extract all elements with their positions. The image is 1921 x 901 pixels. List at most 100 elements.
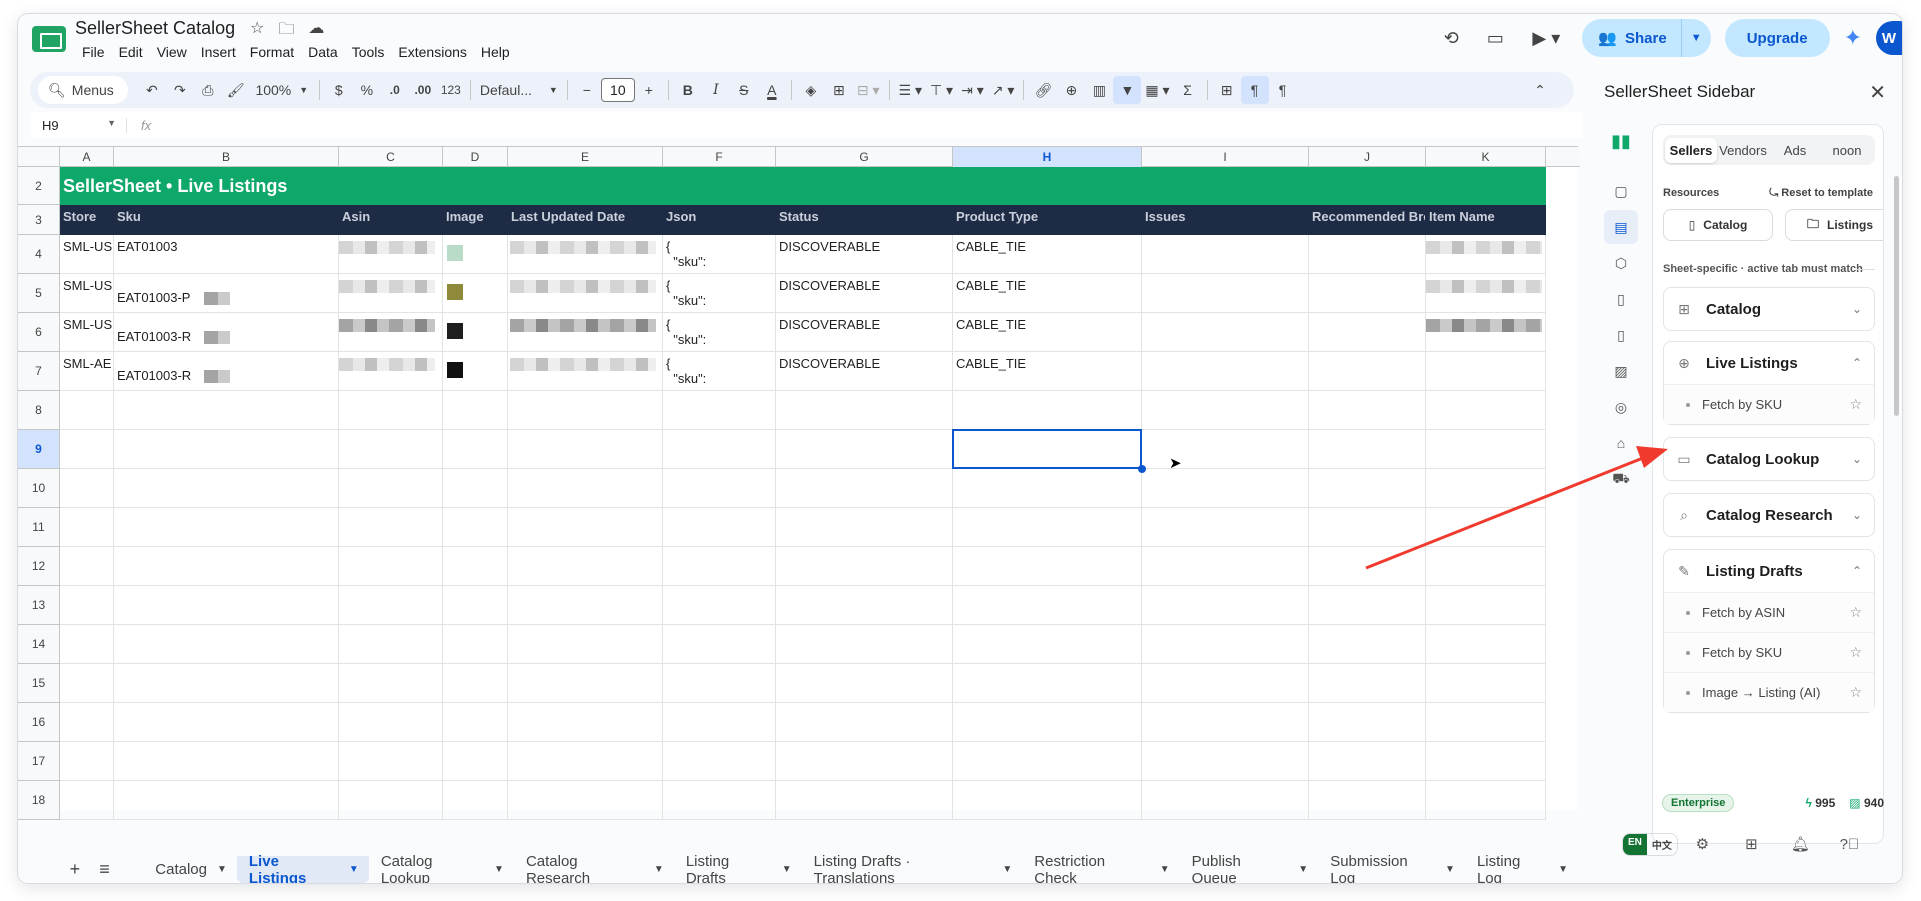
empty-cell[interactable]: [1142, 586, 1309, 625]
empty-cell[interactable]: [508, 703, 663, 742]
column-title-cell[interactable]: Json: [663, 205, 776, 235]
empty-cell[interactable]: [60, 469, 114, 508]
empty-cell[interactable]: [776, 625, 953, 664]
issues-cell[interactable]: [1142, 352, 1309, 391]
empty-cell[interactable]: [339, 625, 443, 664]
sku-cell[interactable]: EAT01003-R: [114, 352, 339, 391]
font-size-input[interactable]: 10: [600, 78, 635, 102]
star-icon[interactable]: ☆: [1849, 396, 1862, 413]
column-header[interactable]: I: [1142, 147, 1309, 167]
decrease-decimal-button[interactable]: .0: [381, 76, 409, 104]
sheet-tab[interactable]: Listing Drafts · Translations ▼: [802, 853, 1023, 884]
empty-cell[interactable]: [1142, 391, 1309, 430]
asin-cell[interactable]: [339, 274, 443, 313]
sheet-tab-menu-caret-icon[interactable]: ▼: [654, 864, 664, 875]
issues-cell[interactable]: [1142, 313, 1309, 352]
bell-icon[interactable]: 🔔︎: [1776, 835, 1825, 853]
column-header[interactable]: A: [60, 147, 114, 167]
sheet-tab-menu-caret-icon[interactable]: ▼: [217, 864, 227, 875]
empty-cell[interactable]: [443, 508, 508, 547]
row-header[interactable]: 18: [18, 781, 60, 820]
column-title-cell[interactable]: Recommended Browse Nodes: [1309, 205, 1426, 235]
font-size-decrease-icon[interactable]: −: [573, 76, 601, 104]
sheet-banner[interactable]: SellerSheet • Live Listings: [60, 167, 1546, 205]
product-thumbnail[interactable]: [447, 323, 463, 339]
empty-cell[interactable]: [508, 430, 663, 469]
section-catalog-lookup-header[interactable]: ▭ Catalog Lookup ⌄: [1664, 438, 1874, 480]
column-title-cell[interactable]: Product Type: [953, 205, 1142, 235]
empty-cell[interactable]: [776, 742, 953, 781]
column-title-cell[interactable]: Asin: [339, 205, 443, 235]
item-name-cell[interactable]: [1426, 313, 1546, 352]
empty-cell[interactable]: [953, 547, 1142, 586]
empty-cell[interactable]: [443, 430, 508, 469]
empty-cell[interactable]: [1142, 430, 1309, 469]
product-thumbnail[interactable]: [447, 245, 463, 261]
empty-cell[interactable]: [663, 391, 776, 430]
empty-cell[interactable]: [663, 664, 776, 703]
empty-cell[interactable]: [443, 469, 508, 508]
column-title-cell[interactable]: Last Updated Date: [508, 205, 663, 235]
empty-cell[interactable]: [1426, 547, 1546, 586]
star-icon[interactable]: ☆: [1849, 684, 1862, 701]
empty-cell[interactable]: [953, 664, 1142, 703]
version-history-icon[interactable]: ⟲: [1436, 23, 1466, 53]
select-all-corner[interactable]: [18, 147, 60, 167]
row-header[interactable]: 13: [18, 586, 60, 625]
empty-cell[interactable]: [1426, 508, 1546, 547]
empty-cell[interactable]: [339, 586, 443, 625]
menu-insert[interactable]: Insert: [194, 42, 243, 62]
browse-nodes-cell[interactable]: [1309, 352, 1426, 391]
horizontal-align-icon[interactable]: ☰ ▾: [895, 76, 926, 104]
empty-cell[interactable]: [953, 586, 1142, 625]
empty-cell[interactable]: [663, 703, 776, 742]
row-header[interactable]: 8: [18, 391, 60, 430]
sheet-tab[interactable]: Catalog Research ▼: [514, 853, 674, 884]
empty-cell[interactable]: [1142, 625, 1309, 664]
section-catalog-research-header[interactable]: ⌕ Catalog Research ⌄: [1664, 494, 1874, 536]
insert-chart-icon[interactable]: ▥: [1085, 76, 1113, 104]
row-header[interactable]: 17: [18, 742, 60, 781]
section-live-listings-header[interactable]: ⊕ Live Listings ⌃: [1664, 342, 1874, 384]
empty-cell[interactable]: [443, 742, 508, 781]
json-cell[interactable]: { "sku":: [663, 352, 776, 391]
sheet-tab-menu-caret-icon[interactable]: ▼: [1558, 864, 1568, 875]
sheet-tab[interactable]: Live Listings ▼: [236, 853, 369, 883]
paint-format-icon[interactable]: 🖌︎: [222, 76, 250, 104]
text-rotation-icon[interactable]: ↗ ▾: [988, 76, 1019, 104]
sheet-tab[interactable]: Listing Log ▼: [1465, 853, 1578, 884]
empty-cell[interactable]: [60, 508, 114, 547]
row-header[interactable]: 6: [18, 313, 60, 352]
section-listing-drafts-header[interactable]: ✎ Listing Drafts ⌃: [1664, 550, 1874, 592]
sheet-tab-menu-caret-icon[interactable]: ▼: [1002, 864, 1012, 875]
apps-grid-icon[interactable]: ⊞: [1727, 835, 1776, 853]
asin-cell[interactable]: [339, 313, 443, 352]
empty-cell[interactable]: [339, 703, 443, 742]
empty-cell[interactable]: [663, 547, 776, 586]
star-icon[interactable]: ☆: [1849, 604, 1862, 621]
empty-cell[interactable]: [663, 742, 776, 781]
empty-cell[interactable]: [953, 469, 1142, 508]
image-cell[interactable]: [443, 235, 508, 274]
empty-cell[interactable]: [953, 508, 1142, 547]
empty-cell[interactable]: [443, 781, 508, 820]
library-icon[interactable]: ▤: [1604, 210, 1638, 244]
text-wrapping-icon[interactable]: ⇥ ▾: [957, 76, 988, 104]
empty-cell[interactable]: [60, 703, 114, 742]
empty-cell[interactable]: [1426, 586, 1546, 625]
menu-data[interactable]: Data: [301, 42, 345, 62]
settings-icon[interactable]: ⚙: [1678, 835, 1727, 853]
empty-cell[interactable]: [508, 781, 663, 820]
empty-cell[interactable]: [60, 742, 114, 781]
segment-noon[interactable]: noon: [1821, 138, 1873, 163]
sku-cell[interactable]: EAT01003: [114, 235, 339, 274]
column-title-cell[interactable]: Status: [776, 205, 953, 235]
empty-cell[interactable]: [1309, 469, 1426, 508]
row-header[interactable]: 7: [18, 352, 60, 391]
item-name-cell[interactable]: [1426, 274, 1546, 313]
image-cell[interactable]: [443, 274, 508, 313]
sheet-tab-menu-caret-icon[interactable]: ▼: [1298, 864, 1308, 875]
name-box[interactable]: H9 ▼: [30, 118, 126, 133]
product-thumbnail[interactable]: [447, 284, 463, 300]
empty-cell[interactable]: [443, 703, 508, 742]
